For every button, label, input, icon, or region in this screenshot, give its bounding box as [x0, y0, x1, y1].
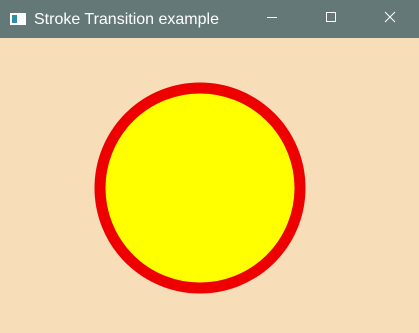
minimize-button[interactable]: [243, 0, 301, 38]
scene-canvas: [94, 82, 306, 294]
close-icon: [384, 10, 396, 28]
maximize-icon: [325, 10, 337, 28]
app-window: Stroke Transition example: [0, 0, 419, 333]
animated-circle: [94, 82, 306, 294]
maximize-button[interactable]: [302, 0, 360, 38]
app-window-icon: [10, 12, 26, 25]
title-bar[interactable]: Stroke Transition example: [0, 0, 419, 38]
minimize-icon: [266, 10, 278, 28]
close-button[interactable]: [361, 0, 419, 38]
window-title: Stroke Transition example: [34, 11, 219, 28]
content-area: [0, 38, 419, 333]
